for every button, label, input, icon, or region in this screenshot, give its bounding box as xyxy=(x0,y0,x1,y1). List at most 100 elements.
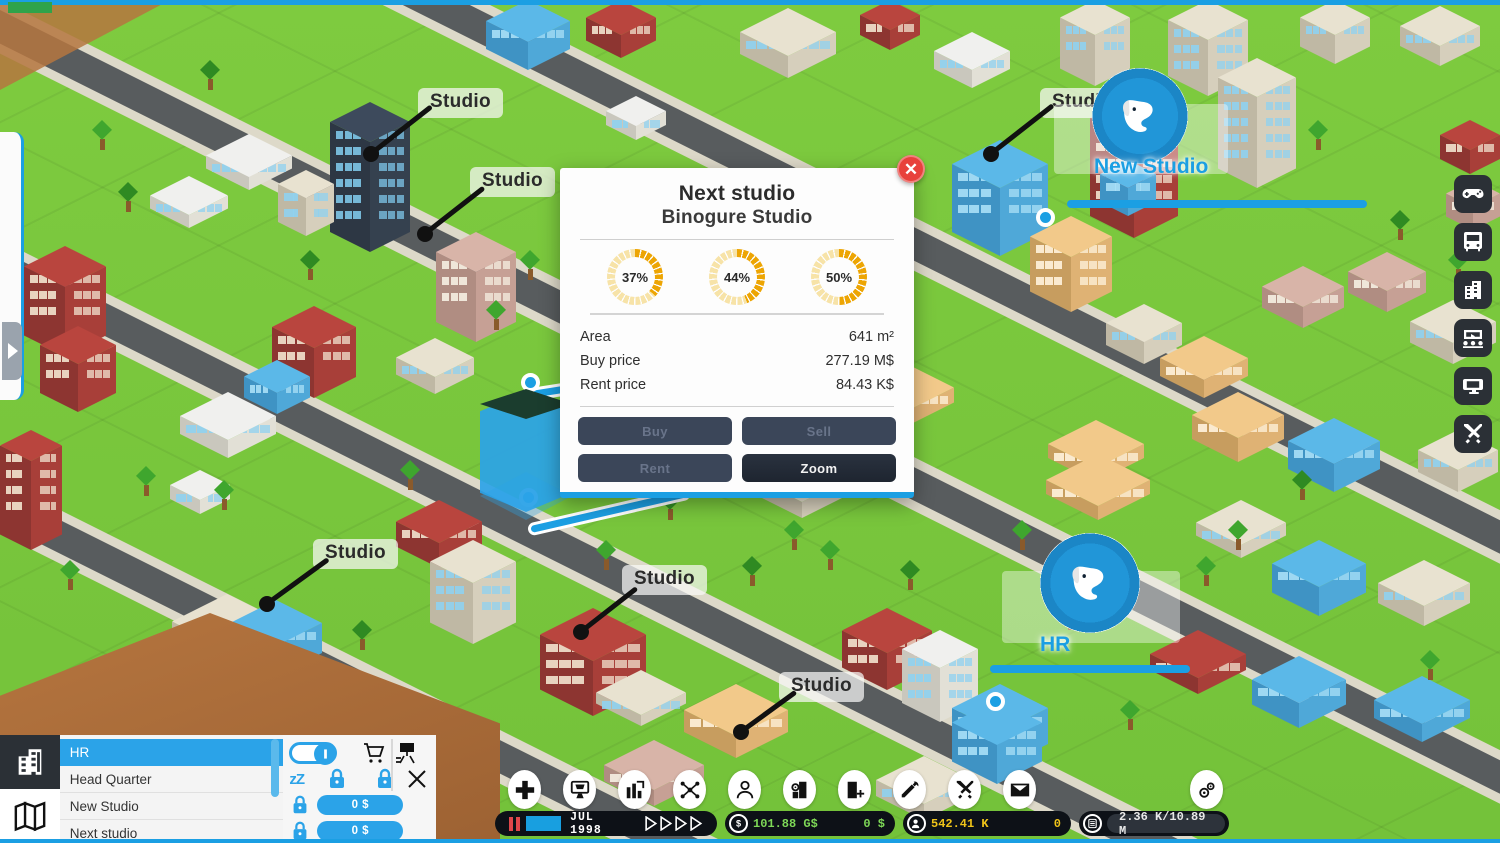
toggle-knob xyxy=(314,743,336,765)
map-label[interactable]: Studio xyxy=(313,539,398,569)
chart-growth-icon xyxy=(624,779,646,801)
presentation-button[interactable] xyxy=(393,740,419,766)
tree xyxy=(784,520,804,550)
money-button-2[interactable]: 0 $ xyxy=(317,821,403,841)
people-icon xyxy=(907,814,926,833)
rail-button-gamepad[interactable] xyxy=(1454,175,1492,213)
building[interactable] xyxy=(1300,0,1370,64)
list-item[interactable]: Head Quarter xyxy=(60,766,284,793)
building[interactable] xyxy=(1262,266,1344,328)
money-income: 0 $ xyxy=(863,817,885,831)
ring-value: 37% xyxy=(622,270,648,285)
map-label[interactable]: Studio xyxy=(470,167,555,197)
toolbar-button-tools[interactable] xyxy=(893,770,926,809)
building[interactable] xyxy=(278,170,334,236)
game-date: JUL 1998 xyxy=(570,811,623,837)
building[interactable] xyxy=(606,96,666,140)
building[interactable] xyxy=(934,32,1010,88)
ring-value: 50% xyxy=(826,270,852,285)
toolbar-button-chart-growth[interactable] xyxy=(618,770,651,809)
building[interactable] xyxy=(1252,656,1346,728)
right-icon-rail xyxy=(1454,175,1492,453)
toolbar-button-shop-monitor[interactable] xyxy=(563,770,596,809)
money-balance: 101.88 G$ xyxy=(753,817,818,831)
top-accent-strip xyxy=(0,0,1500,5)
scrollbar-track[interactable] xyxy=(271,739,279,837)
building[interactable] xyxy=(1218,58,1296,188)
bottom-accent-strip xyxy=(0,839,1500,843)
building[interactable] xyxy=(430,540,516,644)
cart-button[interactable] xyxy=(361,740,387,766)
rail-button-building[interactable] xyxy=(1454,271,1492,309)
list-item[interactable]: New Studio xyxy=(60,793,284,820)
building[interactable] xyxy=(1160,336,1248,398)
building[interactable] xyxy=(40,326,116,412)
lock-button-3[interactable] xyxy=(289,794,311,816)
toolbar-button-network-nodes[interactable] xyxy=(673,770,706,809)
money-button-1[interactable]: 0 $ xyxy=(317,795,403,815)
sidebar-item-map[interactable] xyxy=(0,789,60,843)
studio-badge[interactable] xyxy=(1092,68,1188,164)
toolbar-button-building-add[interactable] xyxy=(838,770,871,809)
map-label[interactable]: Studio xyxy=(418,88,503,118)
building[interactable] xyxy=(1046,454,1150,520)
building[interactable] xyxy=(1378,560,1470,626)
toolbar-button-swords[interactable] xyxy=(948,770,981,809)
time-progress-bar xyxy=(526,816,561,831)
studio-controls: zZ 0 $ 0 $ xyxy=(283,735,436,843)
lock-button-1[interactable] xyxy=(324,766,350,792)
people-count: 542.41 K xyxy=(931,817,989,831)
badge-connector-bar xyxy=(990,665,1190,673)
people-pill: 542.41 K 0 xyxy=(903,811,1071,836)
badge-anchor-dot xyxy=(986,692,1005,711)
toolbar-button-health-plus[interactable] xyxy=(508,770,541,809)
building[interactable] xyxy=(150,176,228,228)
fast-forward-icon[interactable] xyxy=(645,816,703,831)
building[interactable] xyxy=(1272,540,1366,616)
studio-power-toggle[interactable] xyxy=(289,742,337,764)
building[interactable] xyxy=(1440,120,1500,174)
game-screen: Studio Studio Studio Studio Studio Studio New… xyxy=(0,0,1500,843)
progress-rings: 37% 44% 50% xyxy=(578,240,896,313)
network-nodes-icon xyxy=(679,779,701,801)
lock-button-2[interactable] xyxy=(372,766,398,792)
building[interactable] xyxy=(486,0,570,70)
toolbar-button-building-gear[interactable] xyxy=(783,770,816,809)
storage-pill: 2.36 K/10.89 M xyxy=(1079,811,1229,836)
close-icon[interactable]: ✕ xyxy=(897,155,925,183)
building[interactable] xyxy=(330,102,410,252)
rail-button-swords[interactable] xyxy=(1454,415,1492,453)
building[interactable] xyxy=(740,8,836,78)
building[interactable] xyxy=(396,338,474,394)
progress-ring: 50% xyxy=(811,249,867,305)
scrollbar-thumb[interactable] xyxy=(271,739,279,797)
expand-panel-handle[interactable] xyxy=(2,322,22,380)
zoom-button[interactable]: Zoom xyxy=(742,454,896,482)
rail-button-conference[interactable] xyxy=(1454,319,1492,357)
rail-button-monitor[interactable] xyxy=(1454,367,1492,405)
building[interactable] xyxy=(244,360,310,414)
swords-icon xyxy=(1461,422,1485,446)
stats-list: Area 641 m² Buy price 277.19 M$ Rent price… xyxy=(578,325,896,397)
settings-button[interactable] xyxy=(1190,770,1223,809)
building[interactable] xyxy=(1400,6,1480,66)
pause-icon[interactable] xyxy=(509,817,520,831)
rail-button-bus[interactable] xyxy=(1454,223,1492,261)
building[interactable] xyxy=(1192,392,1284,462)
toolbar-button-mail[interactable] xyxy=(1003,770,1036,809)
toolbar-button-person[interactable] xyxy=(728,770,761,809)
building[interactable] xyxy=(860,0,920,50)
building[interactable] xyxy=(596,670,686,726)
building[interactable] xyxy=(586,0,656,58)
lock-icon xyxy=(373,767,397,791)
tree xyxy=(1196,556,1216,586)
building[interactable] xyxy=(0,430,62,550)
studio-list[interactable]: HR Head Quarter New Studio Next studio xyxy=(60,735,284,843)
building[interactable] xyxy=(1374,676,1470,742)
design-button[interactable] xyxy=(404,766,430,792)
cart-icon xyxy=(362,741,386,765)
studio-badge[interactable] xyxy=(1040,533,1140,633)
mail-icon xyxy=(1009,779,1031,801)
list-item[interactable]: HR xyxy=(60,739,284,766)
sidebar-item-buildings[interactable] xyxy=(0,735,60,789)
